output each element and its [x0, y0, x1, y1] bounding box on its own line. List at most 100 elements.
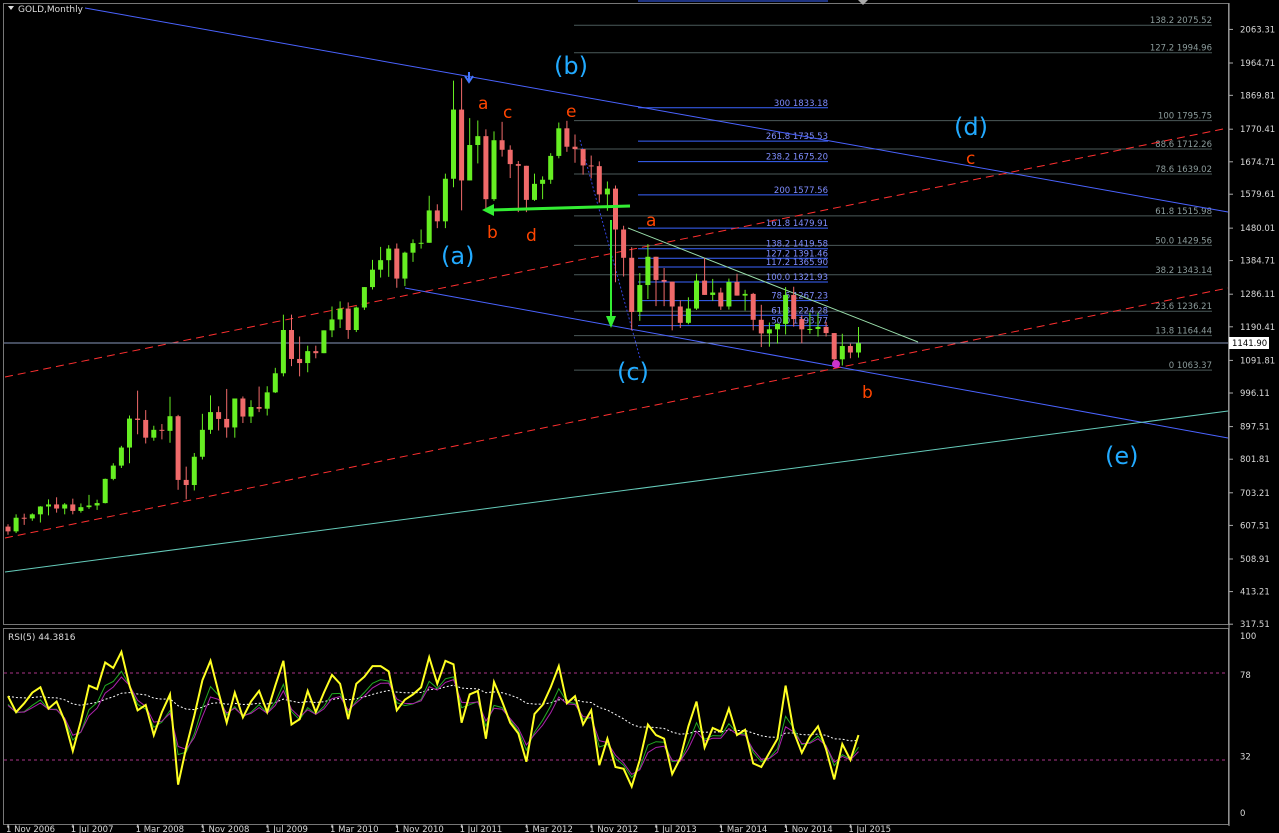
fibonacci-retracement-levels: 138.2 2075.52 127.2 1994.96 100 1795.75 88.… — [574, 16, 1212, 371]
candle-body — [645, 256, 651, 286]
price-tick-label: 1869.81 — [1240, 91, 1275, 101]
price-tick-label: 801.81 — [1240, 455, 1270, 465]
candle-body — [289, 330, 294, 359]
candle-body — [783, 294, 789, 324]
candle-body — [564, 128, 570, 147]
candle-body — [86, 505, 92, 508]
fib-extension-label: 61.8 1224.28 — [771, 306, 828, 316]
time-tick-label: 1 Nov 2008 — [200, 825, 249, 833]
candle-body — [110, 465, 116, 479]
candle-body — [127, 418, 132, 448]
wave-label-c-minor: c — [503, 103, 512, 123]
candle-body — [532, 183, 537, 200]
time-tick-label: 1 Nov 2012 — [589, 825, 638, 833]
candle-body — [669, 281, 675, 307]
candle-body — [467, 145, 473, 181]
fib-extension-label: 238.2 1675.20 — [766, 153, 828, 163]
price-axis: 2063.31 1964.71 1869.81 1770.41 1674.71 1579.… — [1229, 25, 1275, 630]
time-tick-label: 1 Mar 2010 — [330, 825, 378, 833]
time-tick-label: 1 Jul 2011 — [460, 825, 503, 833]
low-marker-icon — [832, 360, 840, 368]
rsi-tick-label: 78 — [1240, 671, 1251, 681]
fib-extension-label: 78.6 1267.23 — [771, 292, 828, 302]
wave-label-b-minor: b — [487, 223, 498, 243]
fib-retracement-label: 100 1795.75 — [1158, 112, 1212, 122]
candle-body — [839, 346, 845, 360]
time-tick-label: 1 Jul 2009 — [265, 825, 308, 833]
price-tick-label: 1091.81 — [1240, 356, 1275, 366]
wave-label-e-major: (e) — [1105, 442, 1139, 470]
candlestick-series — [5, 78, 861, 535]
time-tick-label: 1 Nov 2014 — [784, 825, 833, 833]
dropdown-triangle-icon[interactable] — [8, 6, 14, 10]
price-tick-label: 703.21 — [1240, 489, 1270, 499]
fib-extension-label: 300 1833.18 — [774, 99, 828, 109]
price-tick-label: 1674.71 — [1240, 158, 1275, 168]
green-horizontal-arrow-line — [491, 204, 631, 212]
chart-title: GOLD,Monthly — [18, 5, 84, 15]
price-tick-label: 1384.71 — [1240, 257, 1275, 267]
candle-body — [426, 210, 432, 243]
candle-body — [523, 165, 529, 200]
candle-body — [459, 109, 465, 181]
main-panel-frame — [3, 3, 1229, 625]
price-tick-label: 897.51 — [1240, 423, 1270, 433]
candle-body — [507, 149, 513, 165]
candle-body — [548, 155, 554, 180]
candle-body — [604, 188, 610, 195]
candle-body — [621, 229, 627, 258]
candle-body — [718, 292, 724, 307]
green-left-arrow-icon — [482, 204, 494, 216]
candle-body — [823, 326, 829, 334]
fib-extension-label: 200 1577.56 — [774, 186, 828, 196]
candle-body — [394, 248, 400, 279]
price-tick-label: 508.91 — [1240, 555, 1270, 565]
candle-body — [694, 280, 699, 309]
candle-body — [70, 504, 76, 511]
candle-body — [580, 149, 586, 166]
price-tick-label: 413.21 — [1240, 588, 1270, 598]
trend-channels — [4, 7, 1229, 573]
candle-body — [613, 188, 618, 230]
candle-body — [515, 164, 521, 166]
candle-body — [135, 418, 141, 420]
fib-retracement-label: 88.6 1712.26 — [1155, 140, 1212, 150]
price-tick-label: 1480.01 — [1240, 224, 1275, 234]
channel-red-upper — [4, 127, 1229, 378]
rsi-axis: 100 78 32 0 — [1240, 632, 1256, 819]
candle-body — [734, 281, 740, 296]
fib-retracement-label: 0 1063.37 — [1169, 361, 1212, 371]
candle-body — [13, 517, 19, 532]
candle-body — [297, 358, 303, 364]
price-tick-label: 2063.31 — [1240, 25, 1275, 35]
trendline-teal — [4, 410, 1229, 573]
rsi-title: RSI(5) 44.3816 — [8, 633, 76, 643]
candle-body — [183, 479, 189, 486]
candle-body — [305, 351, 311, 364]
candle-body — [102, 478, 108, 504]
wave-label-b-major: (b) — [554, 52, 588, 80]
candle-body — [256, 407, 262, 409]
candle-body — [742, 293, 748, 296]
fib-retracement-label: 78.6 1639.02 — [1155, 165, 1212, 175]
top-indicator-icon — [858, 0, 868, 5]
candle-body — [5, 526, 11, 532]
price-tick-label: 1579.61 — [1240, 190, 1275, 200]
candle-body — [402, 252, 408, 279]
candle-body — [248, 407, 254, 417]
wave-label-d-major: (d) — [954, 113, 988, 141]
candle-body — [499, 140, 505, 150]
candle-body — [556, 128, 562, 156]
channel-red-lower — [4, 287, 1229, 539]
price-tick-label: 1964.71 — [1240, 59, 1275, 69]
wave-label-a-major: (a) — [441, 242, 474, 270]
window-title: GOLD,Monthly RSI(5) 44.3816 — [8, 5, 84, 643]
candle-body — [847, 346, 853, 353]
candle-body — [637, 285, 643, 312]
candle-body — [491, 140, 497, 200]
candle-body — [191, 456, 197, 486]
candle-body — [46, 504, 51, 507]
candle-body — [78, 507, 84, 511]
fib-retracement-label: 50.0 1429.56 — [1155, 236, 1212, 246]
rsi-tick-label: 100 — [1240, 632, 1256, 642]
